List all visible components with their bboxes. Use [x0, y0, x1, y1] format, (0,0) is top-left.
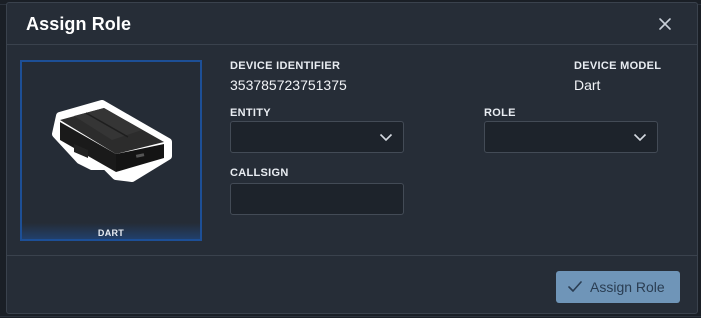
- assign-role-dialog: Assign Role DART DEVICE IDENTIFIER 35378…: [6, 2, 698, 314]
- callsign-label: CALLSIGN: [230, 167, 289, 179]
- device-image-card: DART: [20, 60, 202, 241]
- backdrop-divider: [0, 316, 701, 317]
- dialog-title: Assign Role: [26, 14, 132, 34]
- device-name-label: DART: [97, 228, 125, 238]
- entity-label: ENTITY: [230, 107, 271, 119]
- device-identifier-label: DEVICE IDENTIFIER: [230, 60, 341, 72]
- close-icon[interactable]: [655, 14, 675, 34]
- gps-tracker-device-icon: [52, 100, 172, 182]
- assign-role-button-label: Assign Role: [590, 279, 665, 295]
- role-select[interactable]: [484, 121, 658, 153]
- assign-role-button[interactable]: Assign Role: [556, 271, 680, 303]
- footer-divider: [7, 255, 697, 256]
- callsign-input[interactable]: [230, 183, 404, 215]
- check-icon: [568, 281, 582, 292]
- device-model-label: DEVICE MODEL: [574, 60, 662, 72]
- device-identifier-value: 353785723751375: [230, 77, 347, 93]
- device-model-value: Dart: [574, 77, 601, 93]
- entity-select[interactable]: [230, 121, 404, 153]
- chevron-down-icon: [633, 133, 647, 142]
- close-button[interactable]: [655, 14, 675, 34]
- role-label: ROLE: [484, 107, 516, 119]
- dialog-header: Assign Role: [7, 3, 697, 45]
- chevron-down-icon: [379, 133, 393, 142]
